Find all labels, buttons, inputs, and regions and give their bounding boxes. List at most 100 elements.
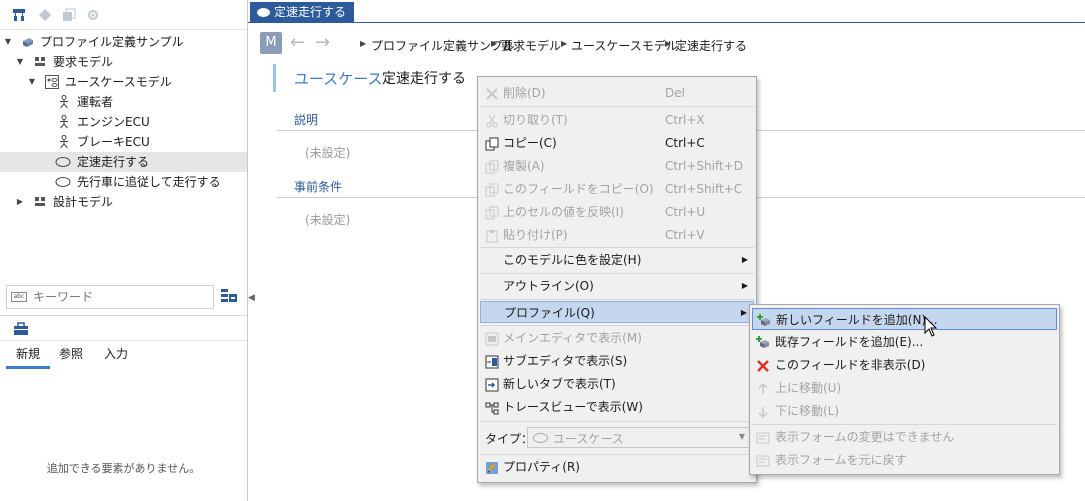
actor-icon: [57, 115, 71, 129]
palette-header: [0, 315, 247, 341]
breadcrumb-separator-icon: ▶: [491, 39, 498, 48]
field-value-description[interactable]: (未設定): [305, 144, 350, 161]
add-new-field-icon: [757, 313, 771, 327]
toolbox-icon: [13, 322, 29, 336]
model-icon: [33, 195, 47, 209]
paste-icon: [485, 228, 499, 243]
model-badge-button[interactable]: M: [260, 32, 282, 54]
tree-item-profile-sample[interactable]: ▼ プロファイル定義サンプル: [0, 32, 247, 52]
tree-item-requirement-model[interactable]: ▼ 要求モデル: [0, 52, 247, 72]
palette-tabs: 新規 参照 入力: [0, 342, 247, 370]
field-label-precondition: 事前条件: [294, 180, 343, 194]
palette-empty-message: 追加できる要素がありません。: [46, 462, 201, 475]
actor-icon: [57, 135, 71, 149]
model-icon: [33, 55, 47, 69]
element-name[interactable]: 定速走行する: [382, 68, 466, 88]
form-icon: [756, 453, 770, 467]
hide-field-icon: [756, 358, 770, 372]
tab-new[interactable]: 新規: [6, 342, 50, 369]
breadcrumb-item[interactable]: 要求モデル: [501, 37, 561, 54]
submenu-item-hide-field[interactable]: このフィールドを非表示(D): [752, 354, 1057, 376]
panel-splitter[interactable]: [247, 0, 248, 501]
field-value-precondition[interactable]: (未設定): [305, 211, 350, 228]
usecase-icon: [55, 155, 71, 169]
menu-item-delete[interactable]: 削除(D) Del: [480, 82, 754, 104]
type-label: タイプ：: [485, 432, 534, 446]
keyword-search-input[interactable]: [33, 289, 209, 305]
menu-item-duplicate[interactable]: 複製(A) Ctrl+Shift+D: [480, 155, 754, 177]
back-arrow-icon[interactable]: ←: [290, 33, 305, 53]
menu-item-profile[interactable]: プロファイル(Q) ▶: [480, 301, 754, 323]
menu-item-show-new-tab[interactable]: 新しいタブで表示(T): [480, 373, 754, 395]
mouse-cursor-icon: [924, 315, 938, 338]
submenu-item-move-down[interactable]: 下に移動(L): [752, 400, 1057, 422]
stack-icon[interactable]: [62, 8, 76, 22]
submenu-item-add-existing-field[interactable]: 既存フィールドを追加(E)...: [752, 331, 1057, 353]
menu-item-properties[interactable]: プロパティ(R): [480, 456, 754, 478]
tree-item-label: 設計モデル: [53, 195, 114, 209]
editor-tab-cruise[interactable]: 定速走行する: [250, 2, 355, 23]
tree-item-label: 先行車に追従して走行する: [77, 175, 221, 189]
tree-item-actor-brake-ecu[interactable]: ブレーキECU: [0, 132, 247, 152]
tree-item-usecase-follow[interactable]: 先行車に追従して走行する: [0, 172, 247, 192]
menu-item-fill-up[interactable]: 上のセルの値を反映(I) Ctrl+U: [480, 201, 754, 223]
submenu-arrow-icon: ▶: [741, 255, 748, 264]
menu-item-copy-field[interactable]: このフィールドをコピー(O) Ctrl+Shift+C: [480, 178, 754, 200]
tree-item-usecase-cruise[interactable]: 定速走行する: [0, 152, 247, 172]
sub-editor-icon: [485, 354, 499, 369]
tab-reference[interactable]: 参照: [52, 342, 90, 369]
menu-item-paste[interactable]: 貼り付け(P) Ctrl+V: [480, 224, 754, 246]
collapse-panel-icon[interactable]: ◀: [247, 284, 256, 312]
submenu-item-reset-form[interactable]: 表示フォームを元に戻す: [752, 449, 1057, 471]
tree-item-actor-engine-ecu[interactable]: エンジンECU: [0, 112, 247, 132]
tab-input[interactable]: 入力: [96, 342, 136, 369]
profile-icon: [21, 35, 35, 49]
menu-separator: [480, 247, 754, 248]
model-explorer-panel: ▼ プロファイル定義サンプル ▼ 要求モデル ▼ ユースケースモデル 運転者 エ…: [0, 0, 247, 501]
dropdown-arrow-icon: ▼: [738, 432, 745, 441]
menu-item-cut[interactable]: 切り取り(T) Ctrl+X: [480, 109, 754, 131]
tag-icon[interactable]: [38, 8, 52, 22]
tree-item-design-model[interactable]: ▶ 設計モデル: [0, 192, 247, 212]
expand-arrow-icon[interactable]: ▼: [27, 72, 37, 92]
submenu-item-add-new-field[interactable]: 新しいフィールドを追加(N)...: [752, 308, 1057, 330]
usecase-icon: [533, 433, 548, 443]
submenu-arrow-icon: ▶: [740, 308, 747, 317]
type-selector-row: タイプ： ユースケース ▼: [480, 426, 754, 450]
tree-item-label: 定速走行する: [77, 155, 150, 169]
breadcrumb-item[interactable]: ユースケースモデル: [571, 37, 678, 54]
copy-field-icon: [485, 182, 499, 197]
breadcrumb-separator-icon: ▶: [665, 39, 672, 48]
submenu-item-move-up[interactable]: 上に移動(U): [752, 377, 1057, 399]
expand-arrow-icon[interactable]: ▼: [15, 52, 25, 72]
tree-item-label: 運転者: [77, 95, 114, 109]
form-icon: [756, 430, 770, 444]
forward-arrow-icon[interactable]: →: [315, 33, 330, 53]
menu-item-outline[interactable]: アウトライン(O) ▶: [480, 275, 754, 297]
keyword-search[interactable]: abc: [6, 285, 214, 309]
filter-icon[interactable]: [220, 288, 238, 306]
actor-icon: [57, 95, 71, 109]
breadcrumb-item[interactable]: 定速走行する: [675, 37, 747, 54]
type-select[interactable]: ユースケース ▼: [527, 427, 751, 448]
collapse-arrow-icon[interactable]: ▶: [15, 192, 25, 212]
duplicate-icon: [485, 159, 499, 174]
menu-item-set-color[interactable]: このモデルに色を設定(H) ▶: [480, 249, 754, 271]
tree-item-usecase-model[interactable]: ▼ ユースケースモデル: [0, 72, 247, 92]
menu-item-show-trace-view[interactable]: トレースビューで表示(W): [480, 396, 754, 418]
cut-icon: [485, 113, 499, 128]
settings-icon[interactable]: [86, 8, 100, 22]
copy-icon: [485, 136, 499, 151]
menu-item-show-sub-editor[interactable]: サブエディタで表示(S): [480, 350, 754, 372]
tree-item-actor-driver[interactable]: 運転者: [0, 92, 247, 112]
menu-separator: [480, 273, 754, 274]
profile-submenu: 新しいフィールドを追加(N)... 既存フィールドを追加(E)... このフィー…: [749, 304, 1060, 475]
add-existing-field-icon: [756, 335, 770, 349]
hierarchy-icon[interactable]: [12, 8, 26, 22]
expand-arrow-icon[interactable]: ▼: [3, 32, 13, 52]
menu-item-copy[interactable]: コピー(C) Ctrl+C: [480, 132, 754, 154]
editor-tab-bar: 定速走行する: [248, 0, 1085, 23]
submenu-item-form-unchangeable[interactable]: 表示フォームの変更はできません: [752, 426, 1057, 448]
menu-item-show-main-editor[interactable]: メインエディタで表示(M): [480, 327, 754, 349]
menu-separator: [480, 325, 754, 326]
